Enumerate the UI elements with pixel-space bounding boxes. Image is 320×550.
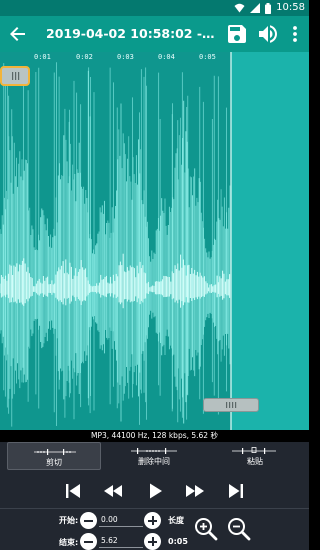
zoom-out-icon: [228, 518, 251, 541]
play-button[interactable]: [143, 479, 167, 503]
zoom-out-button[interactable]: [226, 516, 252, 542]
length-label: 长度: [168, 516, 184, 525]
control-panel: 剪切 删除中间 粘贴 开始: 0.00 长度 结束: 5.62 0:05: [0, 442, 309, 550]
panel-divider: [0, 508, 309, 509]
remove-middle-mode-button[interactable]: 删除中间: [107, 442, 201, 470]
end-marker-handle[interactable]: [203, 398, 259, 412]
waveform-view[interactable]: 0:01 0:02 0:03 0:04 0:05: [0, 52, 309, 430]
drag-handle-icon: [12, 72, 20, 80]
end-time-input[interactable]: [99, 534, 143, 548]
cut-mode-icon: [34, 449, 76, 455]
cut-mode-label: 剪切: [46, 458, 62, 467]
time-mark-5: 0:05: [199, 53, 216, 61]
waveform-graph: [0, 52, 232, 430]
time-mark-3: 0:03: [117, 53, 134, 61]
status-bar: 10:58: [0, 0, 309, 16]
remove-middle-icon: [131, 448, 177, 454]
rewind-button[interactable]: [101, 479, 125, 503]
skip-next-icon: [229, 484, 243, 498]
skip-to-start-button[interactable]: [61, 479, 85, 503]
signal-icon: [250, 3, 261, 13]
more-vert-icon: [293, 26, 297, 42]
drag-handle-icon: [226, 402, 237, 408]
start-decrement-button[interactable]: [80, 512, 97, 529]
battery-icon: [265, 2, 272, 14]
cut-mode-button[interactable]: 剪切: [7, 442, 101, 470]
app-toolbar: 2019-04-02 10:58:02 - 您的...: [0, 16, 309, 52]
end-decrement-button[interactable]: [80, 533, 97, 550]
back-button[interactable]: [6, 22, 30, 46]
paste-mode-icon: [232, 447, 276, 454]
transport-controls: [0, 476, 309, 506]
fast-forward-button[interactable]: [183, 479, 207, 503]
time-mark-4: 0:04: [158, 53, 175, 61]
end-label: 结束:: [59, 538, 79, 547]
zoom-in-button[interactable]: [193, 516, 219, 542]
audio-info: MP3, 44100 Hz, 128 kbps, 5.62 秒: [0, 430, 309, 442]
skip-previous-icon: [66, 484, 80, 498]
wifi-icon: [234, 3, 245, 13]
volume-icon: [259, 25, 277, 43]
length-value: 0:05: [168, 537, 188, 546]
time-mark-1: 0:01: [34, 53, 51, 61]
fast-forward-icon: [186, 485, 204, 497]
arrow-back-icon: [10, 27, 25, 41]
skip-to-end-button[interactable]: [224, 479, 248, 503]
start-marker-handle[interactable]: [0, 66, 30, 86]
volume-button[interactable]: [256, 22, 280, 46]
save-icon: [228, 25, 246, 43]
play-icon: [150, 483, 162, 499]
paste-mode-button[interactable]: 粘贴: [208, 442, 302, 470]
rewind-icon: [104, 485, 122, 497]
start-label: 开始:: [59, 516, 79, 525]
ringtone-editor: 10:58 2019-04-02 10:58:02 - 您的... 0:01 0…: [0, 0, 309, 550]
save-button[interactable]: [225, 22, 249, 46]
remove-middle-mode-label: 删除中间: [138, 457, 170, 466]
zoom-in-icon: [195, 518, 218, 541]
time-mark-2: 0:02: [76, 53, 93, 61]
end-increment-button[interactable]: [144, 533, 161, 550]
recording-title: 2019-04-02 10:58:02 - 您的...: [46, 26, 218, 41]
start-increment-button[interactable]: [144, 512, 161, 529]
paste-mode-label: 粘贴: [247, 457, 263, 466]
start-time-input[interactable]: [99, 513, 143, 527]
overflow-menu-button[interactable]: [283, 22, 307, 46]
status-time: 10:58: [276, 2, 305, 13]
